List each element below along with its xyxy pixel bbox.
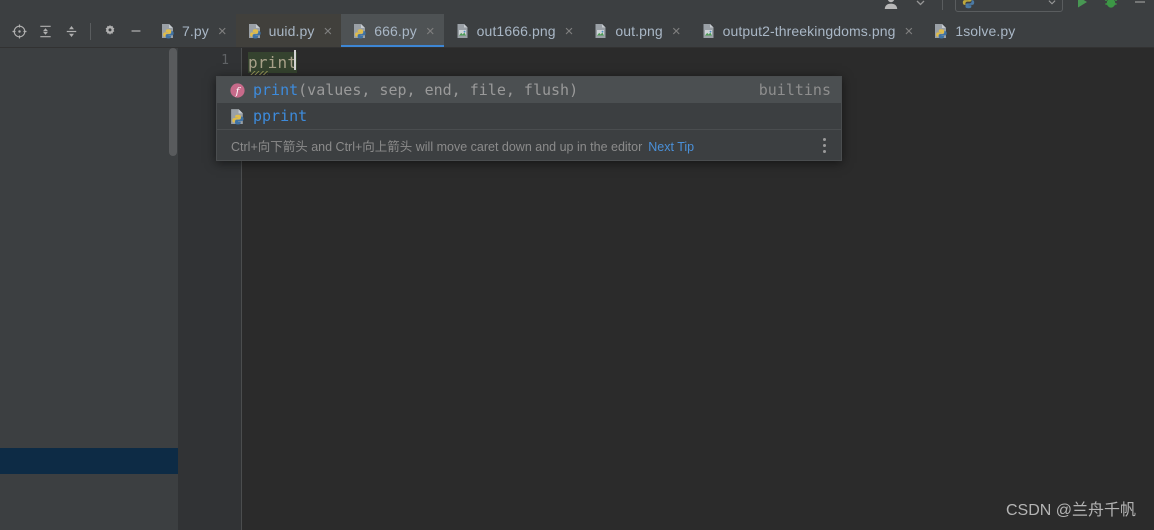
run-icon[interactable]	[1072, 0, 1092, 12]
close-icon[interactable]: ×	[672, 24, 681, 39]
function-icon: f	[230, 82, 245, 98]
tab-uuid-py[interactable]: uuid.py ×	[235, 14, 342, 47]
debug-icon[interactable]	[1101, 0, 1121, 12]
top-toolbar-strip	[0, 0, 1154, 14]
locate-target-icon[interactable]	[6, 18, 32, 44]
expand-all-icon[interactable]	[32, 18, 58, 44]
completion-item-name: pprint	[253, 107, 308, 125]
editor-tabbar: 7.py × uuid.py × 666.py × out1666.png ×	[0, 14, 1154, 48]
minimize-icon[interactable]	[123, 18, 149, 44]
close-icon[interactable]: ×	[565, 24, 574, 39]
python-module-icon	[231, 108, 244, 124]
image-file-icon	[595, 24, 606, 38]
collapse-all-icon[interactable]	[58, 18, 84, 44]
code-completion-popup[interactable]: f print(values, sep, end, file, flush) b…	[216, 76, 842, 161]
close-icon[interactable]: ×	[905, 24, 914, 39]
tool-window-actions	[0, 14, 149, 47]
hint-text: Ctrl+向下箭头 and Ctrl+向上箭头 will move caret …	[231, 136, 817, 155]
tab-label: 7.py	[182, 23, 209, 39]
python-file-icon	[354, 24, 366, 39]
tab-label: 666.py	[374, 23, 417, 39]
close-icon[interactable]: ×	[426, 24, 435, 39]
tab-label: out1666.png	[476, 23, 556, 39]
completion-item-signature: print(values, sep, end, file, flush)	[253, 81, 759, 99]
completion-item-origin: builtins	[758, 81, 831, 99]
code-token-print: print	[248, 51, 298, 73]
tab-out-png[interactable]: out.png ×	[582, 14, 690, 47]
tab-list: 7.py × uuid.py × 666.py × out1666.png ×	[149, 14, 1025, 47]
completion-hint-bar: Ctrl+向下箭头 and Ctrl+向上箭头 will move caret …	[217, 130, 841, 160]
toolbar-divider	[942, 0, 943, 10]
next-tip-link[interactable]: Next Tip	[648, 140, 694, 154]
more-icon[interactable]	[1130, 0, 1150, 12]
tab-label: 1solve.py	[955, 23, 1016, 39]
completion-item-print[interactable]: f print(values, sep, end, file, flush) b…	[217, 77, 841, 103]
python-file-icon	[248, 24, 261, 39]
image-file-icon	[703, 24, 714, 38]
left-panel-selected-row[interactable]	[0, 448, 178, 474]
gear-icon[interactable]	[97, 18, 123, 44]
completion-item-name: print	[253, 81, 299, 99]
error-squiggle-icon	[250, 71, 268, 75]
left-panel-scrollbar[interactable]	[169, 48, 177, 156]
python-file-icon	[162, 24, 174, 39]
kebab-menu-icon[interactable]	[817, 137, 831, 153]
code-line-1[interactable]: print	[248, 51, 298, 75]
hint-message: Ctrl+向下箭头 and Ctrl+向上箭头 will move caret …	[231, 139, 643, 154]
completion-item-args: (values, sep, end, file, flush)	[298, 81, 579, 99]
python-file-icon	[935, 24, 948, 39]
toolbar-divider	[90, 22, 91, 40]
chevron-down-icon[interactable]	[910, 0, 930, 12]
line-number: 1	[221, 53, 229, 68]
tab-label: out.png	[615, 23, 663, 39]
completion-item-pprint[interactable]: pprint	[217, 103, 841, 129]
tab-7-py[interactable]: 7.py ×	[149, 14, 236, 47]
user-avatar-icon[interactable]	[881, 0, 901, 12]
python-interpreter-combo[interactable]	[955, 0, 1063, 12]
tab-label: output2-threekingdoms.png	[722, 23, 896, 39]
watermark: CSDN @兰舟千帆	[1005, 502, 1136, 519]
image-file-icon	[457, 24, 468, 38]
left-tool-panel[interactable]	[0, 48, 178, 530]
completion-item-signature: pprint	[253, 107, 831, 125]
text-caret	[294, 50, 296, 70]
tab-1solve-py[interactable]: 1solve.py	[922, 14, 1025, 47]
tab-666-py[interactable]: 666.py ×	[341, 14, 445, 47]
tab-output2-threekingdoms-png[interactable]: output2-threekingdoms.png ×	[689, 14, 923, 47]
tab-label: uuid.py	[268, 23, 315, 39]
tab-out1666-png[interactable]: out1666.png ×	[443, 14, 583, 47]
ide-window: 7.py × uuid.py × 666.py × out1666.png ×	[0, 0, 1154, 530]
close-icon[interactable]: ×	[218, 24, 227, 39]
close-icon[interactable]: ×	[324, 24, 333, 39]
